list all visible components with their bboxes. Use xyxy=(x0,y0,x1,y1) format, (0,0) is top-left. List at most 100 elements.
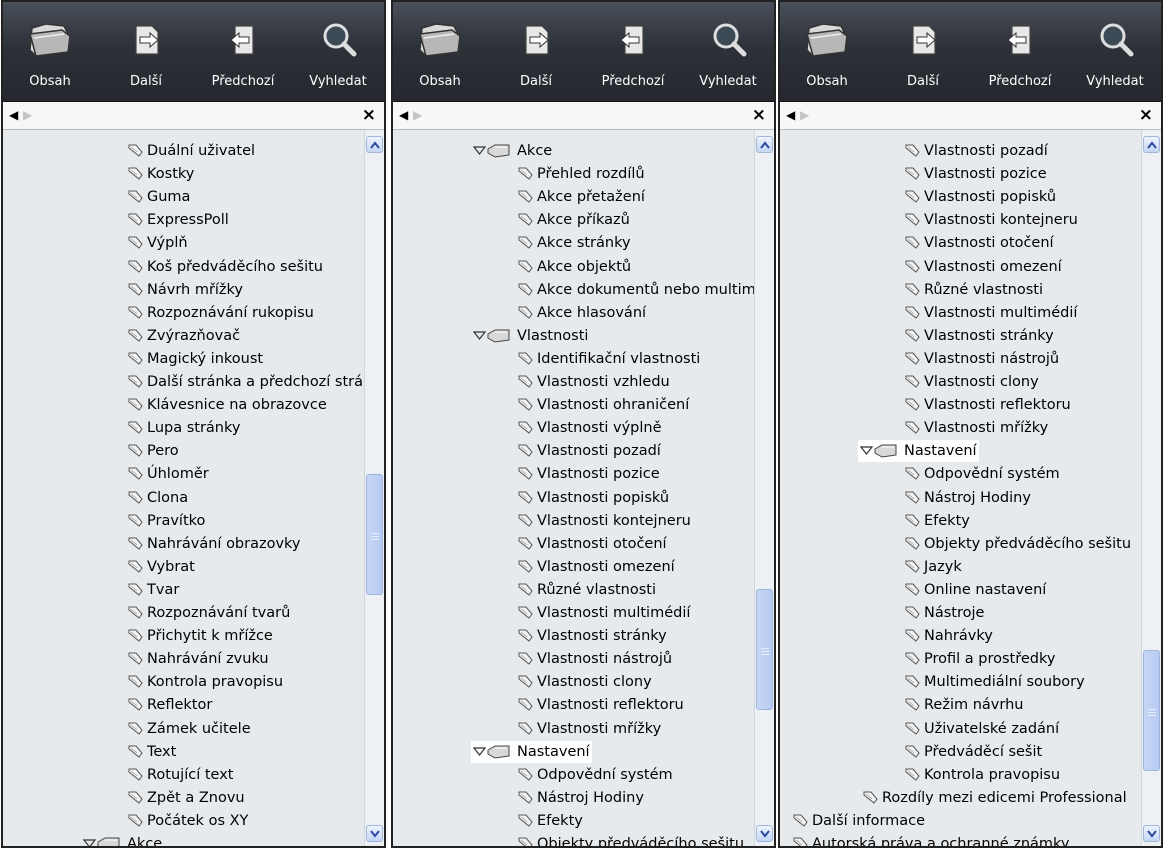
scroll-tabs-right-button[interactable]: ▶ xyxy=(413,108,422,122)
tree-topic-item[interactable]: Vlastnosti pozice xyxy=(393,463,754,486)
tree-topic-item[interactable]: Různé vlastnosti xyxy=(393,579,754,602)
tree-topic-item[interactable]: Efekty xyxy=(780,510,1141,533)
tree-topic-item[interactable]: Objekty předváděcího sešitu xyxy=(393,833,754,846)
tree-topic-item[interactable]: Nástroj Hodiny xyxy=(393,787,754,810)
contents-button[interactable]: Obsah xyxy=(10,2,90,101)
tree-topic-item[interactable]: Klávesnice na obrazovce xyxy=(3,394,364,417)
tree-topic-item[interactable]: Online nastavení xyxy=(780,579,1141,602)
vertical-scrollbar[interactable] xyxy=(754,130,774,846)
tree-topic-item[interactable]: Lupa stránky xyxy=(3,417,364,440)
tree-topic-item[interactable]: Nástroj Hodiny xyxy=(780,487,1141,510)
tree-topic-item[interactable]: Kostky xyxy=(3,163,364,186)
tree-topic-item[interactable]: Vlastnosti kontejneru xyxy=(780,209,1141,232)
tree-topic-item[interactable]: Nahrávání zvuku xyxy=(3,648,364,671)
tree-topic-item[interactable]: Pero xyxy=(3,440,364,463)
tree-topic-item[interactable]: Počátek os XY xyxy=(3,810,364,833)
tree-topic-item[interactable]: Vlastnosti clony xyxy=(780,371,1141,394)
tree-topic-item[interactable]: Odpovědní systém xyxy=(780,463,1141,486)
tree-topic-item[interactable]: Vlastnosti výplně xyxy=(393,417,754,440)
tree-folder-item[interactable]: Nastavení xyxy=(780,440,1141,463)
tree-topic-item[interactable]: Vlastnosti pozadí xyxy=(393,440,754,463)
tree-topic-item[interactable]: Vlastnosti clony xyxy=(393,671,754,694)
tree-topic-item[interactable]: Akce stránky xyxy=(393,232,754,255)
tree-topic-item[interactable]: Vlastnosti pozice xyxy=(780,163,1141,186)
tree-topic-item[interactable]: Přehled rozdílů xyxy=(393,163,754,186)
tree-topic-item[interactable]: Odpovědní systém xyxy=(393,764,754,787)
tree-topic-item[interactable]: Vlastnosti nástrojů xyxy=(780,348,1141,371)
tree-topic-item[interactable]: Další stránka a předchozí strá xyxy=(3,371,364,394)
tree-topic-item[interactable]: Jazyk xyxy=(780,556,1141,579)
tree-topic-item[interactable]: Zpět a Znovu xyxy=(3,787,364,810)
tree-topic-item[interactable]: Vlastnosti multimédií xyxy=(780,302,1141,325)
tree-topic-item[interactable]: Vlastnosti pozadí xyxy=(780,140,1141,163)
tree-folder-item[interactable]: Akce xyxy=(393,140,754,163)
tree-topic-item[interactable]: Vlastnosti reflektoru xyxy=(393,694,754,717)
previous-button[interactable]: Předchozí xyxy=(203,2,283,101)
tree-topic-item[interactable]: Uživatelské zadání xyxy=(780,718,1141,741)
scroll-tabs-left-button[interactable]: ◀ xyxy=(399,108,408,122)
vertical-scrollbar[interactable] xyxy=(364,130,384,846)
tree-topic-item[interactable]: Nahrávání obrazovky xyxy=(3,533,364,556)
scroll-up-button[interactable] xyxy=(756,136,773,153)
tree-topic-item[interactable]: Vlastnosti otočení xyxy=(393,533,754,556)
scroll-thumb[interactable] xyxy=(756,589,773,710)
scroll-thumb[interactable] xyxy=(1143,650,1160,771)
tree-topic-item[interactable]: Výplň xyxy=(3,232,364,255)
tree-topic-item[interactable]: Akce objektů xyxy=(393,256,754,279)
contents-button[interactable]: Obsah xyxy=(400,2,480,101)
tree-topic-item[interactable]: Vlastnosti mřížky xyxy=(393,718,754,741)
tree-topic-item[interactable]: Kontrola pravopisu xyxy=(780,764,1141,787)
scroll-tabs-right-button[interactable]: ▶ xyxy=(800,108,809,122)
scroll-down-button[interactable] xyxy=(1143,825,1160,842)
scroll-tabs-left-button[interactable]: ◀ xyxy=(9,108,18,122)
tree-topic-item[interactable]: Duální uživatel xyxy=(3,140,364,163)
tree-topic-item[interactable]: Akce hlasování xyxy=(393,302,754,325)
tree-topic-item[interactable]: Vlastnosti omezení xyxy=(393,556,754,579)
previous-button[interactable]: Předchozí xyxy=(980,2,1060,101)
search-button[interactable]: Vyhledat xyxy=(298,2,378,101)
close-icon[interactable]: × xyxy=(1139,105,1153,125)
tree-topic-item[interactable]: Rozpoznávání tvarů xyxy=(3,602,364,625)
book-icon[interactable] xyxy=(472,143,513,158)
scroll-thumb[interactable] xyxy=(366,474,383,595)
tree-topic-item[interactable]: Vlastnosti ohraničení xyxy=(393,394,754,417)
scroll-down-button[interactable] xyxy=(756,825,773,842)
tree-topic-item[interactable]: Reflektor xyxy=(3,694,364,717)
book-icon[interactable] xyxy=(82,836,123,846)
next-button[interactable]: Další xyxy=(106,2,186,101)
tree-topic-item[interactable]: Návrh mřížky xyxy=(3,279,364,302)
tree-topic-item[interactable]: Předváděcí sešit xyxy=(780,741,1141,764)
tree-topic-item[interactable]: Vlastnosti kontejneru xyxy=(393,510,754,533)
tree-topic-item[interactable]: Kontrola pravopisu xyxy=(3,671,364,694)
tree-topic-item[interactable]: Režim návrhu xyxy=(780,694,1141,717)
tree-topic-item[interactable]: Vlastnosti popisků xyxy=(780,186,1141,209)
tree-topic-item[interactable]: Efekty xyxy=(393,810,754,833)
book-icon[interactable] xyxy=(472,328,513,343)
scroll-tabs-left-button[interactable]: ◀ xyxy=(786,108,795,122)
tree-topic-item[interactable]: Různé vlastnosti xyxy=(780,279,1141,302)
tree-topic-item[interactable]: Rotující text xyxy=(3,764,364,787)
close-icon[interactable]: × xyxy=(362,105,376,125)
tree-topic-item[interactable]: Autorská práva a ochranné známky xyxy=(780,833,1141,846)
scroll-tabs-right-button[interactable]: ▶ xyxy=(23,108,32,122)
tree-topic-item[interactable]: Nahrávky xyxy=(780,625,1141,648)
tree-topic-item[interactable]: Multimediální soubory xyxy=(780,671,1141,694)
search-button[interactable]: Vyhledat xyxy=(1075,2,1155,101)
tree-topic-item[interactable]: Koš předváděcího sešitu xyxy=(3,256,364,279)
tree-topic-item[interactable]: Zámek učitele xyxy=(3,718,364,741)
tree-topic-item[interactable]: Vlastnosti popisků xyxy=(393,487,754,510)
tree-folder-item[interactable]: Nastavení xyxy=(393,740,754,764)
tree-topic-item[interactable]: Další informace xyxy=(780,810,1141,833)
tree-topic-item[interactable]: Pravítko xyxy=(3,510,364,533)
book-icon[interactable] xyxy=(472,744,513,759)
tree-folder-item[interactable]: Akce xyxy=(3,833,364,846)
tree-topic-item[interactable]: Vlastnosti stránky xyxy=(780,325,1141,348)
tree-topic-item[interactable]: Akce přetažení xyxy=(393,186,754,209)
vertical-scrollbar[interactable] xyxy=(1141,130,1161,846)
scroll-down-button[interactable] xyxy=(366,825,383,842)
tree-topic-item[interactable]: Akce příkazů xyxy=(393,209,754,232)
search-button[interactable]: Vyhledat xyxy=(688,2,768,101)
tree-topic-item[interactable]: Rozdíly mezi edicemi Professional xyxy=(780,787,1141,810)
scroll-up-button[interactable] xyxy=(1143,136,1160,153)
tree-topic-item[interactable]: Vlastnosti nástrojů xyxy=(393,648,754,671)
